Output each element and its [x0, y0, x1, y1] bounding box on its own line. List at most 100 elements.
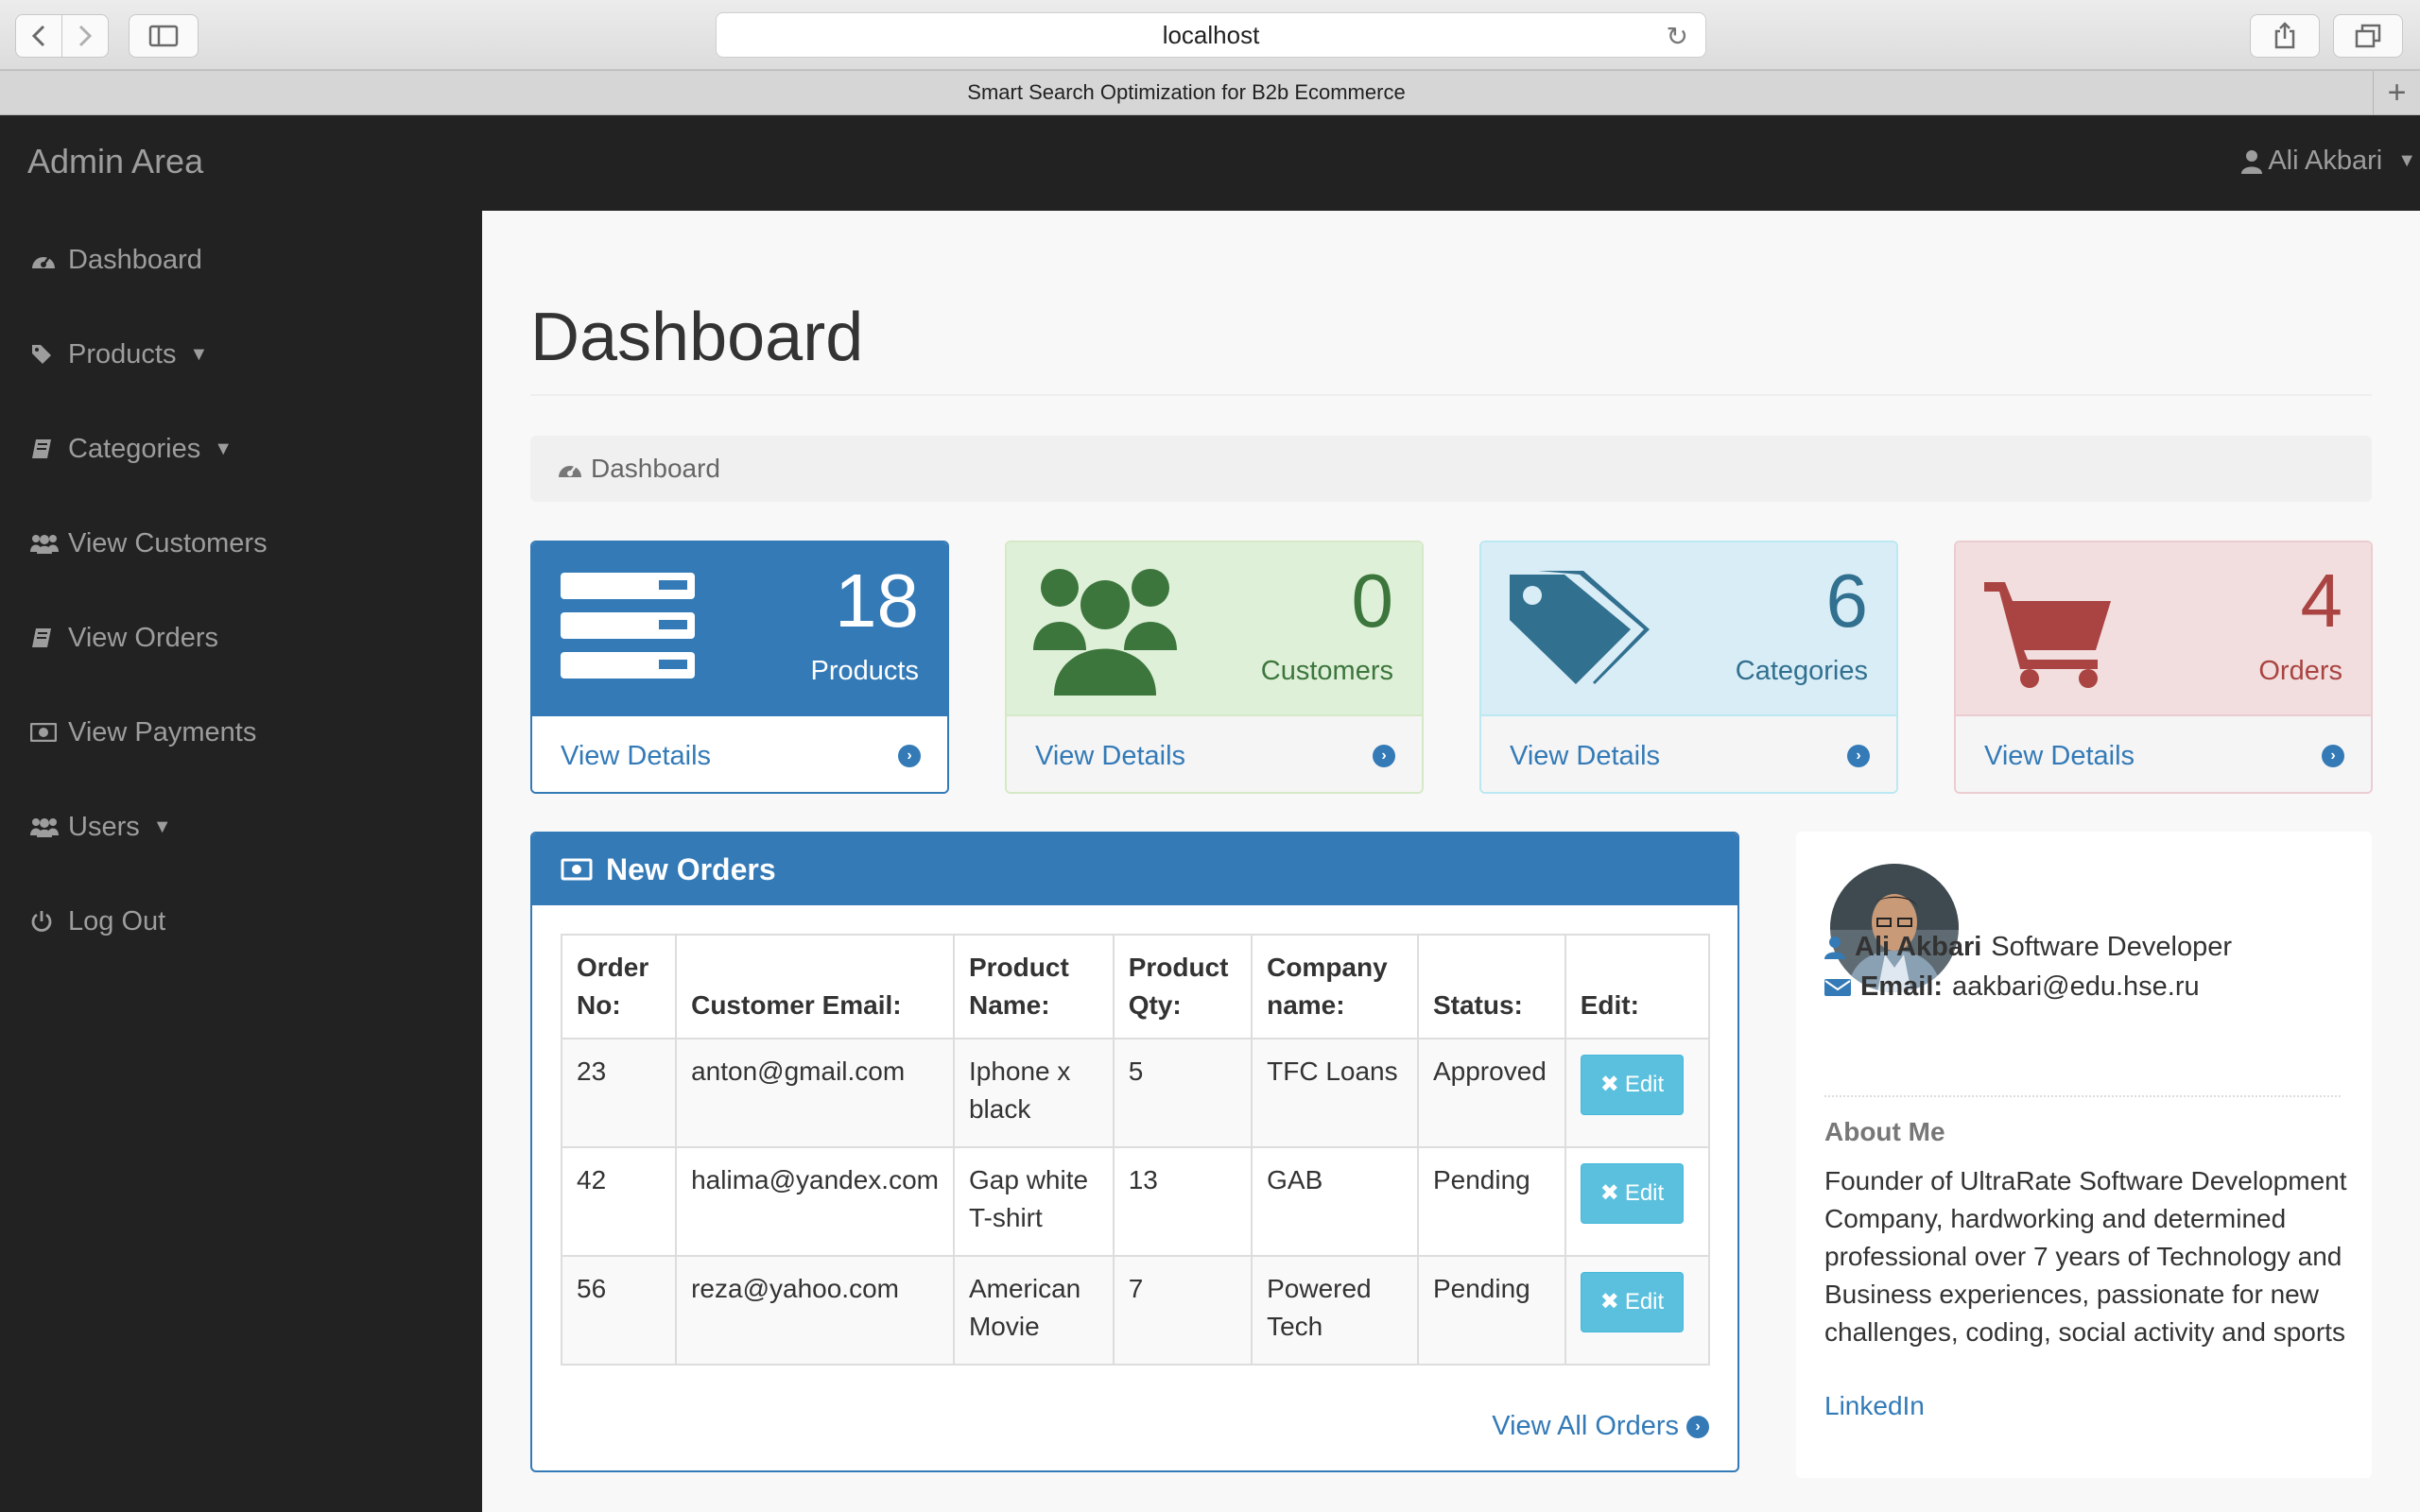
sidebar-item-users[interactable]: Users ▼ [30, 803, 172, 850]
sidebar: Dashboard Products ▼ Categories ▼ View C… [0, 211, 482, 1512]
reload-icon[interactable]: ↻ [1667, 21, 1688, 52]
company-name-cell: TFC Loans [1251, 1038, 1419, 1148]
sidebar-item-label: Log Out [68, 905, 166, 936]
chevron-left-icon [31, 25, 45, 47]
forward-button[interactable] [61, 14, 109, 58]
edit-cell: ✖ Edit [1564, 1255, 1711, 1366]
tabs-overview-button[interactable] [2333, 14, 2403, 58]
sidebar-item-categories[interactable]: Categories ▼ [30, 425, 233, 472]
page-title: Dashboard [530, 300, 864, 375]
order-no-cell: 23 [560, 1038, 678, 1148]
share-icon [2274, 22, 2295, 49]
book-icon [30, 627, 68, 649]
categories-label: Categories [1735, 656, 1868, 686]
edit-cell: ✖ Edit [1564, 1146, 1711, 1257]
customers-count: 0 [1351, 558, 1394, 643]
product-qty-cell: 13 [1112, 1146, 1253, 1257]
status-cell: Approved [1416, 1038, 1566, 1148]
view-details-label: View Details [1984, 740, 2135, 771]
profile-card: Ali Akbari Software Developer Email: aak… [1796, 832, 2372, 1478]
column-header: Product Qty: [1112, 934, 1253, 1040]
status-cell: Pending [1416, 1255, 1566, 1366]
tab-bar: Smart Search Optimization for B2b Ecomme… [0, 70, 2420, 115]
status-cell: Pending [1416, 1146, 1566, 1257]
sidebar-item-view-customers[interactable]: View Customers [30, 520, 268, 567]
power-icon [30, 910, 68, 933]
products-stat-panel: 18 Products View Details › [530, 541, 949, 794]
tag-icon [30, 343, 68, 366]
company-name-cell: GAB [1251, 1146, 1419, 1257]
back-button[interactable] [15, 14, 62, 58]
customer-email-cell: anton@gmail.com [675, 1038, 955, 1148]
sidebar-item-products[interactable]: Products ▼ [30, 331, 208, 378]
customers-stat-panel: 0 Customers View Details › [1005, 541, 1424, 794]
sidebar-item-log-out[interactable]: Log Out [30, 898, 165, 945]
orders-stat-panel: 4 Orders View Details › [1954, 541, 2373, 794]
column-header: Customer Email: [675, 934, 955, 1040]
product-name-cell: Gap white T-shirt [952, 1146, 1115, 1257]
money-icon [30, 723, 68, 742]
caret-down-icon: ▼ [152, 816, 172, 837]
users-icon [1033, 569, 1177, 696]
view-all-orders-link[interactable]: View All Orders › [1492, 1411, 1709, 1442]
list-icon [561, 573, 695, 679]
product-qty-cell: 5 [1112, 1038, 1253, 1148]
brand-title[interactable]: Admin Area [27, 142, 203, 181]
sidebar-item-label: Products [68, 338, 177, 369]
close-icon: ✖ [1599, 1289, 1619, 1314]
sidebar-item-label: Users [68, 811, 140, 842]
caret-down-icon: ▼ [214, 438, 233, 459]
edit-button[interactable]: ✖ Edit [1580, 1055, 1685, 1115]
new-tab-plus-icon[interactable]: + [2373, 71, 2420, 114]
order-no-cell: 42 [560, 1146, 678, 1257]
user-icon [2241, 149, 2263, 174]
edit-button[interactable]: ✖ Edit [1580, 1163, 1685, 1224]
users-icon [30, 533, 68, 554]
caret-down-icon: ▼ [189, 343, 209, 365]
orders-count: 4 [2300, 558, 2343, 643]
product-qty-cell: 7 [1112, 1255, 1253, 1366]
user-icon [1824, 936, 1845, 959]
about-text: Founder of UltraRate Software Developmen… [1824, 1166, 2347, 1347]
share-button[interactable] [2250, 14, 2320, 58]
sidebar-item-label: View Customers [68, 527, 268, 558]
categories-view-details-link[interactable]: View Details › [1481, 714, 1896, 792]
users-icon [30, 816, 68, 837]
user-menu[interactable]: Ali Akbari ▼ [2241, 146, 2420, 177]
url-text: localhost [1162, 20, 1260, 49]
column-header: Edit: [1564, 934, 1711, 1040]
caret-down-icon: ▼ [2397, 150, 2416, 171]
new-orders-title: New Orders [606, 851, 776, 886]
products-view-details-link[interactable]: View Details › [532, 714, 947, 792]
cart-icon [1984, 582, 2111, 688]
about-heading: About Me [1824, 1117, 1945, 1146]
orders-view-details-link[interactable]: View Details › [1956, 714, 2371, 792]
view-all-orders-label: View All Orders [1492, 1411, 1679, 1441]
profile-role: Software Developer [1991, 932, 2232, 962]
arrow-circle-right-icon: › [898, 745, 921, 767]
arrow-circle-right-icon: › [1373, 745, 1395, 767]
envelope-icon [1824, 978, 1851, 996]
edit-button[interactable]: ✖ Edit [1580, 1272, 1685, 1332]
customers-view-details-link[interactable]: View Details › [1007, 714, 1422, 792]
url-bar[interactable]: localhost ↻ [716, 12, 1706, 58]
profile-email-line: Email: aakbari@edu.hse.ru [1824, 971, 2200, 1003]
column-header: Order No: [560, 934, 678, 1040]
sidebar-item-label: Dashboard [68, 244, 202, 275]
sidebar-item-view-orders[interactable]: View Orders [30, 614, 218, 662]
active-tab[interactable]: Smart Search Optimization for B2b Ecomme… [0, 71, 2373, 114]
sidebar-icon [148, 25, 179, 47]
sidebar-item-dashboard[interactable]: Dashboard [30, 236, 202, 284]
sidebar-item-label: View Payments [68, 716, 257, 747]
sidebar-item-view-payments[interactable]: View Payments [30, 709, 256, 756]
view-details-label: View Details [561, 740, 712, 771]
new-orders-header: New Orders [532, 833, 1737, 905]
user-name: Ali Akbari [2268, 146, 2383, 176]
book-icon [30, 438, 68, 460]
sidebar-toggle-button[interactable] [129, 14, 199, 58]
sidebar-item-label: View Orders [68, 622, 219, 653]
product-name-cell: American Movie [952, 1255, 1115, 1366]
linkedin-link[interactable]: LinkedIn [1824, 1391, 1925, 1421]
title-divider [530, 394, 2372, 396]
email-label: Email: [1860, 971, 1944, 1002]
